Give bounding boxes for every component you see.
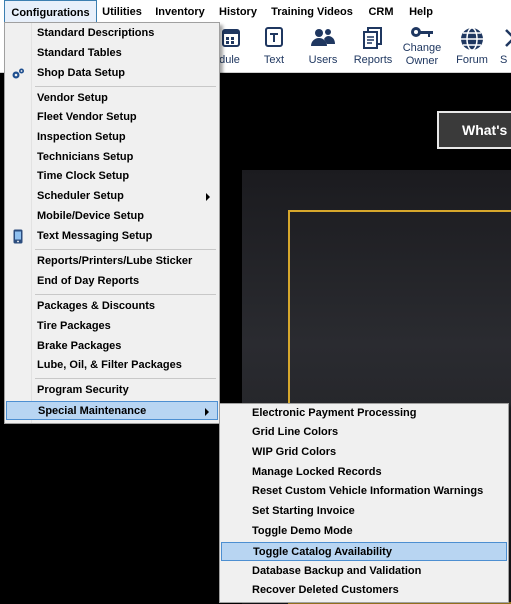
menu-item-label: Scheduler Setup <box>37 190 124 202</box>
toolbar-change-owner-label-line1: Change <box>402 42 442 54</box>
arrow-icon <box>505 29 511 47</box>
submenu-item-label: Electronic Payment Processing <box>252 407 417 419</box>
menu-separator <box>35 249 216 250</box>
submenu-arrow-icon <box>206 193 210 201</box>
globe-icon <box>461 27 483 51</box>
submenu-item-toggle-catalog-availability[interactable]: Toggle Catalog Availability <box>221 542 507 561</box>
menu-configurations[interactable]: Configurations <box>4 0 97 24</box>
menu-item-label: Time Clock Setup <box>37 170 130 182</box>
menu-item-label: Inspection Setup <box>37 131 126 143</box>
submenu-item-label: Database Backup and Validation <box>252 565 422 577</box>
menu-item-label: Text Messaging Setup <box>37 230 153 242</box>
submenu-item-label: Toggle Catalog Availability <box>253 546 392 558</box>
toolbar-s-label: S <box>500 54 508 66</box>
menu-item-label: Special Maintenance <box>38 405 147 417</box>
submenu-item-electronic-payment-processing[interactable]: Electronic Payment Processing <box>221 404 507 423</box>
menu-item-technicians-setup[interactable]: Technicians Setup <box>6 148 218 167</box>
submenu-item-label: Manage Locked Records <box>252 466 382 478</box>
menu-item-time-clock-setup[interactable]: Time Clock Setup <box>6 167 218 186</box>
toolbar-change-owner-button[interactable]: Change Owner <box>400 26 444 70</box>
submenu-item-wip-grid-colors[interactable]: WIP Grid Colors <box>221 443 507 462</box>
toolbar-change-owner-label-line2: Owner <box>405 55 439 67</box>
menu-item-label: Lube, Oil, & Filter Packages <box>37 359 182 371</box>
toolbar-reports-button[interactable]: Reports <box>351 26 395 70</box>
change-owner-icon <box>411 27 433 37</box>
mobile-phone-icon <box>13 229 23 244</box>
menu-item-scheduler-setup[interactable]: Scheduler Setup <box>6 187 218 206</box>
menu-item-label: Vendor Setup <box>37 92 108 104</box>
toolbar-text-button[interactable]: Text <box>256 26 292 70</box>
menu-item-label: Reports/Printers/Lube Sticker <box>37 255 193 267</box>
text-message-icon <box>265 27 283 47</box>
menu-item-vendor-setup[interactable]: Vendor Setup <box>6 89 218 108</box>
menu-item-end-of-day-reports[interactable]: End of Day Reports <box>6 272 218 291</box>
menu-inventory[interactable]: Inventory <box>150 0 210 24</box>
menu-item-fleet-vendor-setup[interactable]: Fleet Vendor Setup <box>6 108 218 127</box>
menu-help[interactable]: Help <box>404 0 438 24</box>
menu-item-label: Shop Data Setup <box>37 67 126 79</box>
gears-icon <box>12 68 24 79</box>
menu-separator <box>35 294 216 295</box>
menu-separator <box>35 86 216 87</box>
toolbar-forum-button[interactable]: Forum <box>452 26 492 70</box>
menu-item-reports-printers-lube-sticker[interactable]: Reports/Printers/Lube Sticker <box>6 252 218 271</box>
menu-item-label: Tire Packages <box>37 320 111 332</box>
submenu-item-label: Reset Custom Vehicle Information Warning… <box>252 485 484 497</box>
menu-item-mobile-device-setup[interactable]: Mobile/Device Setup <box>6 207 218 226</box>
menu-item-tire-packages[interactable]: Tire Packages <box>6 317 218 336</box>
menu-item-label: Standard Descriptions <box>37 27 155 39</box>
reports-icon <box>363 27 382 49</box>
toolbar-text-label: Text <box>263 54 285 66</box>
special-maintenance-submenu: Electronic Payment Processing Grid Line … <box>219 403 509 603</box>
menu-crm[interactable]: CRM <box>363 0 399 24</box>
menu-item-label: End of Day Reports <box>37 275 140 287</box>
menu-item-shop-data-setup[interactable]: Shop Data Setup <box>6 64 218 83</box>
menu-item-label: Packages & Discounts <box>37 300 155 312</box>
menu-item-standard-tables[interactable]: Standard Tables <box>6 44 218 63</box>
menu-item-lube-oil-filter-packages[interactable]: Lube, Oil, & Filter Packages <box>6 356 218 375</box>
menu-item-label: Brake Packages <box>37 340 122 352</box>
menu-training-videos[interactable]: Training Videos <box>268 0 356 24</box>
submenu-item-grid-line-colors[interactable]: Grid Line Colors <box>221 423 507 442</box>
submenu-item-toggle-demo-mode[interactable]: Toggle Demo Mode <box>221 522 507 541</box>
menu-item-label: Program Security <box>37 384 129 396</box>
configurations-dropdown: Standard Descriptions Standard Tables Sh… <box>4 22 220 424</box>
menu-item-label: Fleet Vendor Setup <box>37 111 137 123</box>
menu-item-standard-descriptions[interactable]: Standard Descriptions <box>6 24 218 43</box>
menu-item-brake-packages[interactable]: Brake Packages <box>6 337 218 356</box>
menu-item-label: Mobile/Device Setup <box>37 210 144 222</box>
menu-item-special-maintenance[interactable]: Special Maintenance <box>6 401 218 420</box>
menu-item-packages-discounts[interactable]: Packages & Discounts <box>6 297 218 316</box>
submenu-item-set-starting-invoice[interactable]: Set Starting Invoice <box>221 502 507 521</box>
submenu-item-recover-deleted-customers[interactable]: Recover Deleted Customers <box>221 581 507 600</box>
users-icon <box>311 29 335 46</box>
submenu-arrow-icon <box>205 408 209 416</box>
submenu-item-label: Grid Line Colors <box>252 426 339 438</box>
submenu-item-label: Toggle Demo Mode <box>252 525 353 537</box>
menu-item-text-messaging-setup[interactable]: Text Messaging Setup <box>6 227 218 246</box>
submenu-item-label: WIP Grid Colors <box>252 446 337 458</box>
menu-item-program-security[interactable]: Program Security <box>6 381 218 400</box>
toolbar-forum-label: Forum <box>456 54 488 66</box>
whats-new-banner[interactable]: What's <box>437 111 511 149</box>
submenu-item-label: Recover Deleted Customers <box>252 584 399 596</box>
toolbar-reports-label: Reports <box>353 54 393 66</box>
calendar-icon <box>222 29 240 47</box>
submenu-item-label: Set Starting Invoice <box>252 505 355 517</box>
submenu-item-manage-locked-records[interactable]: Manage Locked Records <box>221 463 507 482</box>
menu-separator <box>35 378 216 379</box>
toolbar-s-button[interactable]: S <box>500 26 511 70</box>
toolbar-users-label: Users <box>308 54 338 66</box>
menu-utilities[interactable]: Utilities <box>97 0 147 24</box>
menu-history[interactable]: History <box>214 0 262 24</box>
submenu-item-reset-custom-vehicle-information-warnings[interactable]: Reset Custom Vehicle Information Warning… <box>221 482 507 501</box>
menu-item-inspection-setup[interactable]: Inspection Setup <box>6 128 218 147</box>
menu-item-label: Standard Tables <box>37 47 122 59</box>
menu-item-label: Technicians Setup <box>37 151 134 163</box>
submenu-item-database-backup-and-validation[interactable]: Database Backup and Validation <box>221 562 507 581</box>
toolbar-users-button[interactable]: Users <box>303 26 343 70</box>
